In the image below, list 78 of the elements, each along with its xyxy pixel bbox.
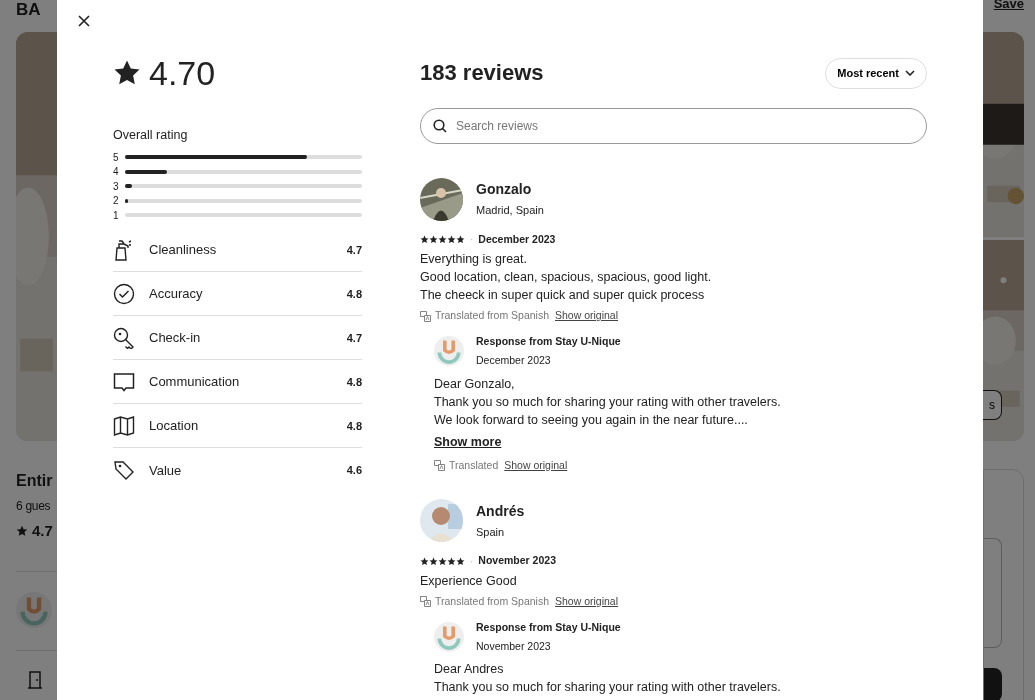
reviews-heading: 183 reviews [420,59,544,88]
translate-icon [420,596,431,608]
tag-icon [113,459,135,482]
door-icon [28,670,42,689]
translation-note: Translated from Spanish [435,594,549,609]
star-icon [429,234,438,244]
response-title: Response from Stay U-Nique [476,334,621,349]
response-date: November 2023 [476,638,552,654]
show-original-link[interactable]: Show original [555,594,619,610]
star-number: 1 [113,208,119,223]
category-label: Accuracy [149,285,204,303]
show-original-link[interactable]: Show original [504,457,568,474]
listing-title: Entir [16,471,53,491]
translate-icon [420,310,431,322]
star-icon [429,556,438,566]
page-title: BA [16,0,42,20]
show-photos-button[interactable]: s [983,390,1002,420]
category-score: 4.8 [346,286,362,302]
response-date: December 2023 [476,352,552,368]
response-title: Response from Stay U-Nique [476,619,621,635]
response-text: Dear Andres Thank you so much for sharing your rating with other travelers. [434,661,782,697]
separator-dot: · [470,554,474,569]
translation-note: Translated [449,457,499,473]
review-date: December 2023 [478,231,556,247]
sort-dropdown[interactable]: Most recent [825,58,927,89]
category-score: 4.8 [346,374,362,390]
rating-text: 4.7 [32,521,53,541]
separator-dot: · [470,232,474,247]
speech-bubble-icon [113,370,135,393]
response-text: Dear Gonzalo, Thank you so much for sharing your rating with other travelers. We look forward to seeing you again in the near future.... [434,375,782,429]
star-icon [456,556,465,566]
translation-note: Translated from Spanish [435,308,549,324]
map-icon [113,414,135,437]
category-score: 4.6 [346,463,362,478]
reviewer-location: Spain [476,525,506,540]
host-logo-icon [434,622,464,652]
category-score: 4.7 [346,242,362,258]
host-logo-icon [16,591,52,628]
show-more-link[interactable]: Show more [434,432,502,452]
category-label: Check-in [149,329,202,347]
category-label: Value [149,461,183,480]
show-original-link[interactable]: Show original [555,308,619,324]
date-field[interactable] [984,538,1002,648]
overall-score: 4.70 [149,53,216,93]
search-icon [433,118,447,133]
reviewer-name: Gonzalo [476,180,533,200]
star-number: 2 [113,194,119,208]
star-number: 3 [113,179,119,194]
star-icon [16,525,28,538]
host-logo-icon [434,336,464,367]
star-icon [447,556,456,566]
check-circle-icon [113,282,135,305]
category-score: 4.7 [346,330,362,346]
review-text: Experience Good [420,573,518,590]
category-label: Location [149,417,200,435]
star-icon [420,556,429,566]
star-icon [438,556,447,566]
review-text: Everything is great. Good location, clean, spacious, spacious, good light. The cheeck in super quick and super quick process [420,251,713,305]
chevron-down-icon [905,70,915,77]
guest-summary: 6 gues [16,498,51,515]
star-number: 5 [113,150,119,165]
reviewer-name: Andrés [476,502,525,521]
translate-icon [434,459,445,471]
star-number: 4 [113,165,119,179]
reviewer-location: Madrid, Spain [476,203,544,219]
star-icon [438,234,447,244]
star-icon [447,234,456,244]
rating-label: Overall rating [113,127,189,144]
star-icon [113,59,141,87]
key-icon [113,326,135,349]
category-label: Communication [149,373,241,391]
reserve-button[interactable] [984,668,1002,700]
review-date: November 2023 [478,553,556,569]
star-icon [420,234,429,244]
search-field[interactable]: Search reviews [420,107,927,144]
category-label: Cleanliness [149,241,218,259]
category-score: 4.8 [346,418,362,434]
star-icon [456,234,465,244]
